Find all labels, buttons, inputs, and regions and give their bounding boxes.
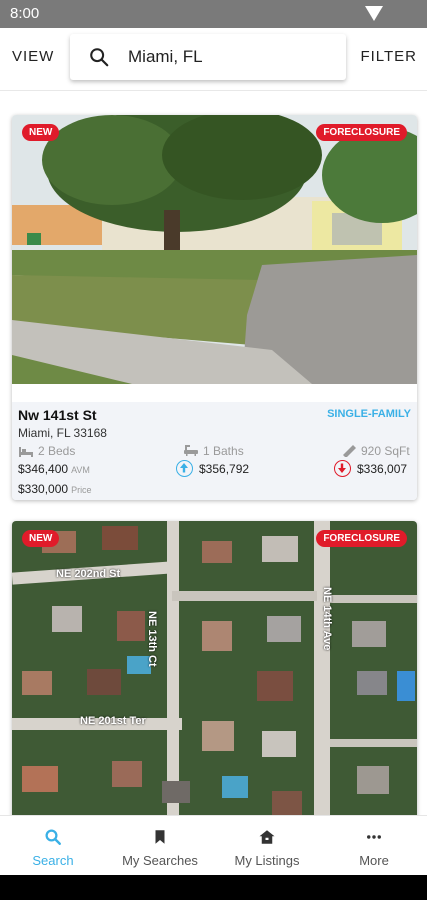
foreclosure-badge: FORECLOSURE — [316, 124, 407, 141]
aerial-map-image — [12, 521, 417, 815]
bottom-navigation: Search My Searches My Listings More — [0, 815, 427, 875]
ruler-icon — [343, 445, 356, 457]
view-button[interactable]: VIEW — [12, 48, 54, 65]
nav-my-searches[interactable]: My Searches — [107, 816, 213, 876]
estimate-up-value: $356,792 — [199, 462, 250, 476]
list-price: $330,000 Price — [18, 482, 92, 496]
system-navigation-bar — [0, 875, 427, 900]
nav-label: My Searches — [122, 853, 198, 868]
home-icon — [259, 830, 275, 844]
nav-label: More — [359, 853, 389, 868]
new-badge: NEW — [22, 530, 60, 547]
sqft-value: 920 SqFt — [361, 444, 410, 458]
avm-value: $346,400 — [18, 462, 69, 476]
wifi-icon — [365, 6, 383, 21]
price-label: Price — [71, 485, 92, 495]
listing-city: Miami, FL 33168 — [18, 426, 107, 440]
listing-card[interactable]: NEW FORECLOSURE Nw 141st St SINGLE-FAMIL… — [12, 115, 417, 500]
listing-address: Nw 141st St — [18, 407, 97, 423]
avm-label: AVM — [71, 465, 90, 475]
status-bar: 8:00 — [0, 0, 427, 28]
listing-info[interactable]: Nw 141st St SINGLE-FAMILY Miami, FL 3316… — [12, 402, 417, 500]
listing-card[interactable]: NEW FORECLOSURE NE 202nd St NE 201st Ter… — [12, 521, 417, 815]
bed-icon — [19, 447, 33, 457]
property-photo[interactable]: NEW FORECLOSURE — [12, 115, 417, 384]
nav-search[interactable]: Search — [0, 816, 106, 876]
bookmark-icon — [155, 830, 165, 844]
avm-price: $346,400 AVM — [18, 462, 90, 476]
search-icon — [45, 829, 61, 845]
search-icon — [90, 48, 109, 67]
new-badge: NEW — [22, 124, 60, 141]
price-value: $330,000 — [18, 482, 69, 496]
nav-my-listings[interactable]: My Listings — [214, 816, 320, 876]
more-dots-icon — [367, 835, 381, 839]
status-time: 8:00 — [10, 5, 40, 22]
nav-label: Search — [32, 853, 74, 868]
street-label: NE 13th Ct — [146, 611, 158, 667]
arrow-down-icon — [334, 460, 351, 477]
house-photo-image — [12, 115, 417, 384]
bathtub-icon — [184, 445, 198, 456]
nav-label: My Listings — [234, 853, 300, 868]
property-type: SINGLE-FAMILY — [327, 408, 411, 420]
filter-button[interactable]: FILTER — [360, 48, 417, 65]
street-label: NE 14th Ave — [321, 587, 333, 651]
baths-value: 1 Baths — [203, 444, 244, 458]
street-label: NE 202nd St — [56, 568, 121, 580]
search-bar[interactable]: Miami, FL — [70, 34, 346, 80]
beds-value: 2 Beds — [38, 444, 76, 458]
top-bar: VIEW Miami, FL FILTER — [0, 28, 427, 90]
street-label: NE 201st Ter — [80, 715, 146, 727]
listing-feed[interactable]: NEW FORECLOSURE Nw 141st St SINGLE-FAMIL… — [0, 92, 427, 815]
divider — [0, 90, 427, 91]
estimate-down-value: $336,007 — [357, 462, 408, 476]
arrow-up-icon — [176, 460, 193, 477]
nav-more[interactable]: More — [321, 816, 427, 876]
search-input[interactable]: Miami, FL — [128, 47, 203, 67]
foreclosure-badge: FORECLOSURE — [316, 530, 407, 547]
aerial-photo[interactable]: NEW FORECLOSURE NE 202nd St NE 201st Ter… — [12, 521, 417, 815]
